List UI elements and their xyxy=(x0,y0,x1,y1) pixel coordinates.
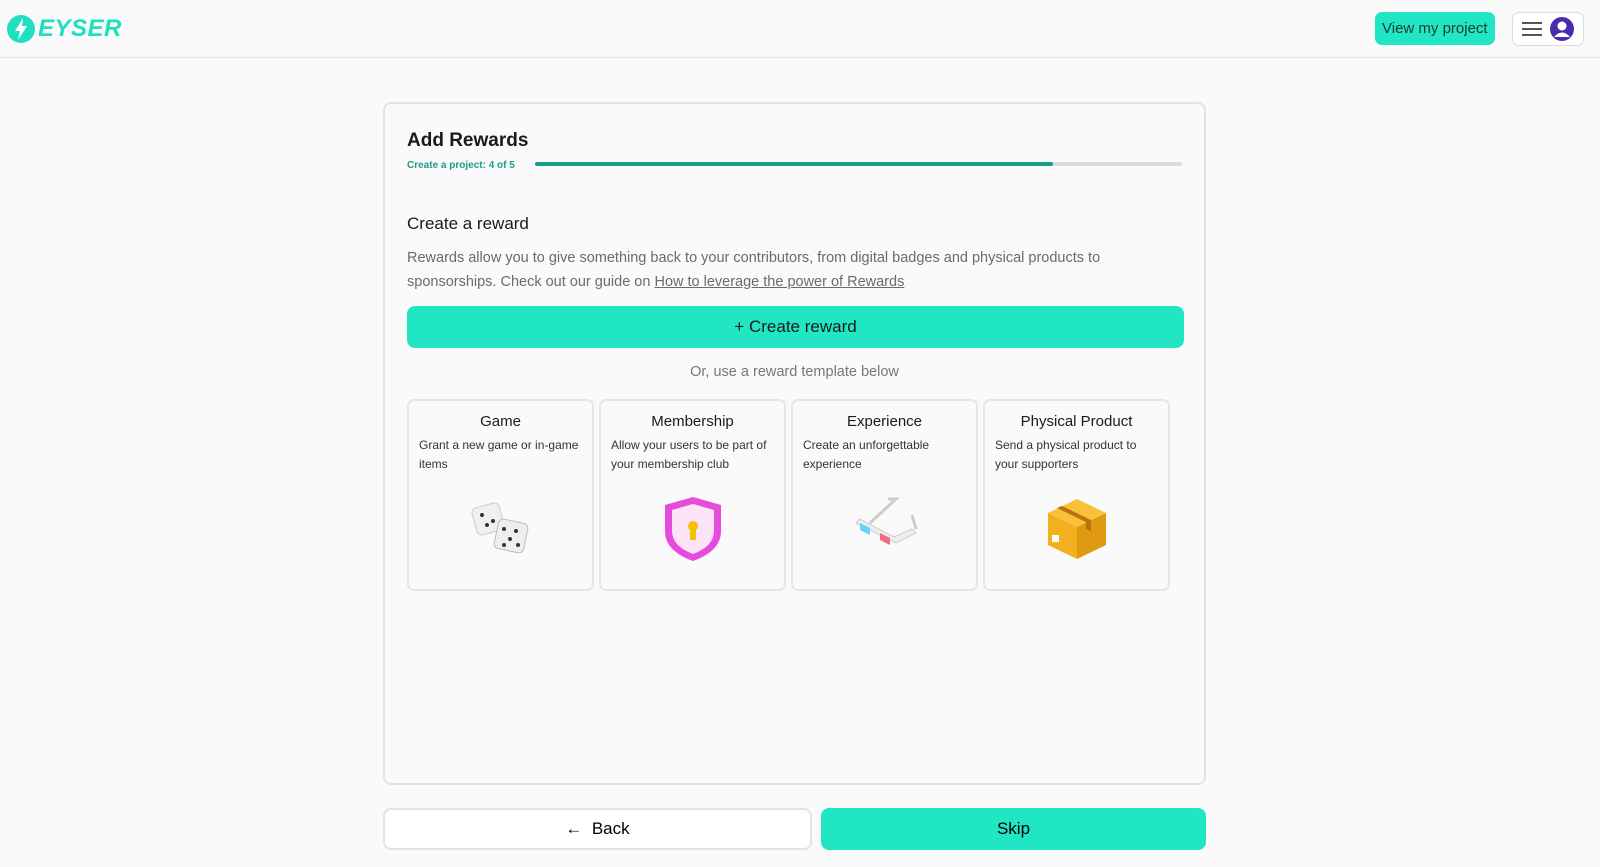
template-card-experience[interactable]: Experience Create an unforgettable exper… xyxy=(791,399,978,591)
section-title: Create a reward xyxy=(407,214,529,233)
hamburger-icon xyxy=(1522,22,1542,36)
top-bar: EYSER View my project xyxy=(0,0,1600,58)
back-button[interactable]: ← Back xyxy=(383,808,812,850)
template-title: Membership xyxy=(651,413,734,430)
template-title: Experience xyxy=(846,413,923,430)
template-card-game[interactable]: Game Grant a new game or in-game items xyxy=(407,399,594,591)
add-rewards-card: Add Rewards Create a project: 4 of 5 Cre… xyxy=(383,102,1206,785)
plus-icon: + xyxy=(734,317,749,336)
template-description: Allow your users to be part of your memb… xyxy=(611,438,767,471)
template-card-membership[interactable]: Membership Allow your users to be part o… xyxy=(599,399,786,591)
guide-link[interactable]: How to leverage the power of Rewards xyxy=(654,274,904,290)
user-avatar-icon xyxy=(1550,17,1574,41)
template-title: Game xyxy=(480,413,521,430)
step-label: Create a project: 4 of 5 xyxy=(407,160,515,171)
logo-text: EYSER xyxy=(38,15,122,42)
description: Rewards allow you to give something back… xyxy=(407,246,1187,294)
template-hint: Or, use a reward template below xyxy=(690,364,899,380)
template-description: Create an unforgettable experience xyxy=(803,438,930,471)
template-card-physical-product[interactable]: Physical Product Send a physical product… xyxy=(983,399,1170,591)
back-label: Back xyxy=(591,819,630,838)
dice-icon xyxy=(470,502,528,554)
arrow-left-icon: ← xyxy=(565,819,592,838)
view-my-project-button[interactable]: View my project xyxy=(1375,12,1495,45)
template-title: Physical Product xyxy=(1020,413,1133,430)
progress-bar xyxy=(535,162,1182,166)
create-reward-button[interactable]: + Create reward xyxy=(407,306,1184,348)
template-description: Send a physical product to your supporte… xyxy=(995,438,1137,471)
progress-fill xyxy=(535,162,1053,166)
page-title: Add Rewards xyxy=(407,130,529,151)
package-box-icon xyxy=(1047,499,1106,559)
3d-glasses-icon xyxy=(854,497,917,545)
create-reward-label: Create reward xyxy=(748,317,857,336)
shield-keyhole-icon xyxy=(664,497,721,561)
geyser-logo[interactable]: EYSER xyxy=(6,12,122,46)
account-menu-button[interactable] xyxy=(1512,12,1584,46)
skip-button[interactable]: Skip xyxy=(821,808,1206,850)
lightning-logo-icon xyxy=(7,15,35,43)
template-description: Grant a new game or in-game items xyxy=(419,438,579,471)
